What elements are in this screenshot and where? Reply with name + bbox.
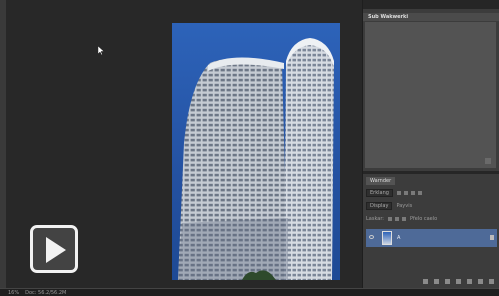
- right-panel-dock: Sub Wakwerki Warnder Erklang Display Pay…: [362, 0, 499, 288]
- lock-row: Laskar: Pfelo caelo: [366, 214, 497, 223]
- pixel-filter-icon[interactable]: [396, 190, 401, 195]
- layers-bottom-toolbar: [423, 279, 494, 284]
- zoom-level[interactable]: 16%: [8, 290, 19, 296]
- dock-topbar: [363, 0, 499, 9]
- folder-icon[interactable]: [467, 279, 472, 284]
- opacity-label: Payvis: [396, 202, 413, 209]
- type-filter-icon[interactable]: [410, 190, 415, 195]
- document-workspace: [0, 0, 362, 288]
- document-canvas[interactable]: [172, 23, 340, 280]
- lock-label: Laskar:: [366, 215, 384, 222]
- play-button[interactable]: [30, 225, 78, 273]
- panel-divider[interactable]: [363, 171, 499, 174]
- new-layer-icon[interactable]: [478, 279, 483, 284]
- upper-panel-body: [365, 22, 496, 168]
- lock-all-icon[interactable]: [401, 216, 406, 221]
- link-icon[interactable]: [423, 279, 428, 284]
- blend-mode-select[interactable]: Display: [366, 201, 393, 210]
- shape-filter-icon[interactable]: [417, 190, 422, 195]
- doc-size: Doc: 56.2/56.2M: [25, 289, 67, 296]
- mask-icon[interactable]: [445, 279, 450, 284]
- filter-icons: [396, 190, 422, 195]
- adjustment-icon[interactable]: [456, 279, 461, 284]
- lock-pixels-icon[interactable]: [387, 216, 392, 221]
- layer-row[interactable]: A: [366, 229, 497, 247]
- layer-thumbnail: [382, 231, 392, 245]
- arrow-cursor-icon: [98, 46, 104, 55]
- fx-icon[interactable]: [434, 279, 439, 284]
- upper-panel-title[interactable]: Sub Wakwerki: [363, 13, 499, 21]
- lock-icon: [490, 235, 494, 240]
- tab-layers[interactable]: Warnder: [366, 177, 396, 185]
- fill-label: Pfelo caelo: [409, 215, 438, 222]
- trash-icon[interactable]: [485, 158, 491, 164]
- eye-icon[interactable]: [369, 235, 374, 239]
- status-bar: 16% Doc: 56.2/56.2M: [0, 288, 499, 296]
- delete-icon[interactable]: [489, 279, 494, 284]
- filter-select[interactable]: Erklang: [366, 188, 393, 197]
- layers-filter-row: Erklang: [366, 188, 497, 197]
- play-icon: [46, 237, 66, 263]
- building-photo: [178, 38, 334, 280]
- lock-position-icon[interactable]: [394, 216, 399, 221]
- adjust-filter-icon[interactable]: [403, 190, 408, 195]
- layer-name: A: [397, 235, 401, 241]
- lock-icons: [387, 216, 406, 221]
- blend-row: Display Payvis: [366, 201, 497, 210]
- tools-strip: [0, 0, 6, 288]
